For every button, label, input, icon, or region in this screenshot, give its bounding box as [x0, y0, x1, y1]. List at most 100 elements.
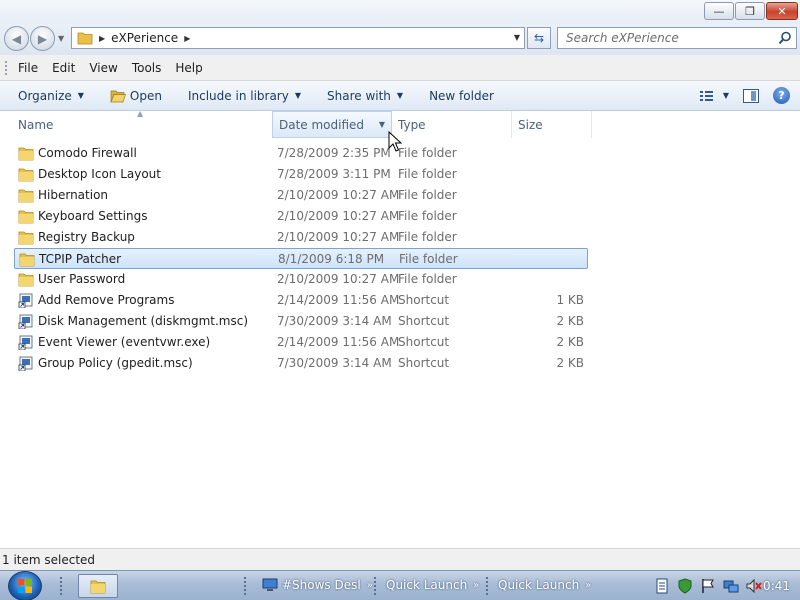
shield-icon[interactable] — [677, 578, 693, 594]
toolbar-shows-desktop[interactable]: #Shows Desl » — [262, 578, 373, 592]
search-box[interactable] — [557, 27, 797, 49]
file-type: File folder — [398, 272, 457, 286]
table-row[interactable]: Keyboard Settings 2/10/2009 10:27 AM Fil… — [14, 206, 588, 227]
column-header-date-modified[interactable]: Date modified ▼ — [272, 111, 392, 138]
file-type: Shortcut — [398, 335, 450, 349]
menu-edit[interactable]: Edit — [52, 61, 75, 75]
file-size: 2 KB — [556, 314, 584, 328]
table-row[interactable]: Disk Management (diskmgmt.msc) 7/30/2009… — [14, 311, 588, 332]
document-icon[interactable] — [654, 578, 670, 594]
open-button[interactable]: Open — [110, 89, 162, 103]
toolbar-quick-launch[interactable]: Quick Launch » — [498, 578, 591, 592]
folder-icon — [18, 147, 34, 161]
menu-help[interactable]: Help — [175, 61, 202, 75]
search-icon[interactable] — [778, 31, 792, 45]
file-name: Registry Backup — [38, 230, 135, 244]
file-date: 2/10/2009 10:27 AM — [277, 272, 400, 286]
file-date: 8/1/2009 6:18 PM — [278, 252, 385, 266]
window-controls: — ❐ ✕ — [704, 2, 798, 20]
toolbar-label: #Shows Desl — [282, 578, 361, 592]
toolbar-quick-launch[interactable]: Quick Launch » — [386, 578, 479, 592]
table-row[interactable]: Group Policy (gpedit.msc) 7/30/2009 3:14… — [14, 353, 588, 374]
file-size: 1 KB — [556, 293, 584, 307]
file-date: 2/14/2009 11:56 AM — [277, 335, 400, 349]
file-size: 2 KB — [556, 335, 584, 349]
change-view-button[interactable]: ▼ — [699, 89, 729, 103]
file-name: Comodo Firewall — [38, 146, 137, 160]
table-row[interactable]: Comodo Firewall 7/28/2009 2:35 PM File f… — [14, 143, 588, 164]
help-icon[interactable]: ? — [773, 87, 790, 104]
address-dropdown-icon[interactable]: ▼ — [514, 33, 520, 42]
file-name: Event Viewer (eventvwr.exe) — [38, 335, 211, 349]
column-header-name[interactable]: Name — [12, 111, 272, 138]
preview-pane-icon[interactable] — [743, 88, 759, 103]
taskbar-grip — [486, 577, 490, 595]
table-row-selected[interactable]: TCPIP Patcher 8/1/2009 6:18 PM File fold… — [14, 248, 588, 269]
table-row[interactable]: Desktop Icon Layout 7/28/2009 3:11 PM Fi… — [14, 164, 588, 185]
chevron-right-icon: » — [473, 579, 480, 591]
file-name: Add Remove Programs — [38, 293, 175, 307]
clock[interactable]: 0:41 — [763, 579, 790, 593]
table-row[interactable]: Registry Backup 2/10/2009 10:27 AM File … — [14, 227, 588, 248]
file-date: 7/28/2009 2:35 PM — [277, 146, 391, 160]
chevron-down-icon: ▼ — [77, 91, 84, 100]
flag-icon[interactable] — [700, 578, 716, 594]
table-row[interactable]: Add Remove Programs 2/14/2009 11:56 AM S… — [14, 290, 588, 311]
taskbar-grip — [60, 577, 64, 595]
address-bar[interactable]: ▶ eXPerience ▶ ▼ — [71, 27, 525, 49]
chevron-right-icon[interactable]: ▶ — [184, 34, 190, 43]
forward-button[interactable]: ▶ — [30, 26, 55, 51]
toolbar-label: Quick Launch — [386, 578, 468, 592]
filter-dropdown-icon[interactable]: ▼ — [379, 120, 385, 129]
chevron-right-icon: » — [366, 579, 373, 591]
share-with-button[interactable]: Share with ▼ — [327, 89, 403, 103]
file-name: Keyboard Settings — [38, 209, 148, 223]
chevron-down-icon: ▼ — [396, 91, 404, 100]
start-button[interactable] — [8, 571, 42, 600]
network-icon[interactable] — [723, 578, 739, 594]
menu-bar: File Edit View Tools Help — [0, 55, 800, 81]
chevron-down-icon: ▼ — [722, 91, 729, 100]
folder-icon — [18, 231, 34, 245]
refresh-icon: ⇆ — [533, 31, 545, 45]
search-input[interactable] — [566, 31, 766, 45]
folder-icon — [90, 580, 106, 593]
column-type-label: Type — [398, 117, 426, 132]
back-button[interactable]: ◀ — [4, 26, 29, 51]
table-row[interactable]: User Password 2/10/2009 10:27 AM File fo… — [14, 269, 588, 290]
file-size: 2 KB — [556, 356, 584, 370]
include-in-library-button[interactable]: Include in library ▼ — [188, 89, 301, 103]
share-with-label: Share with — [327, 88, 391, 103]
breadcrumb-experience[interactable]: eXPerience — [111, 31, 178, 45]
table-row[interactable]: Hibernation 2/10/2009 10:27 AM File fold… — [14, 185, 588, 206]
maximize-button[interactable]: ❐ — [735, 2, 765, 20]
organize-button[interactable]: Organize ▼ — [18, 89, 84, 103]
toolbar-label: Quick Launch — [498, 578, 580, 592]
column-header-size[interactable]: Size — [512, 111, 592, 138]
menu-tools[interactable]: Tools — [132, 61, 162, 75]
chevron-right-icon[interactable]: ▶ — [99, 34, 105, 43]
folder-icon — [18, 273, 34, 287]
table-row[interactable]: Event Viewer (eventvwr.exe) 2/14/2009 11… — [14, 332, 588, 353]
minimize-button[interactable]: — — [704, 2, 734, 20]
file-name: User Password — [38, 272, 126, 286]
column-name-label: Name — [18, 117, 54, 132]
file-type: File folder — [398, 230, 457, 244]
taskbar: #Shows Desl » Quick Launch » Quick Launch »… — [0, 570, 800, 600]
file-date: 2/14/2009 11:56 AM — [277, 293, 400, 307]
refresh-button[interactable]: ⇆ — [527, 27, 551, 49]
taskbar-explorer-button[interactable] — [78, 574, 118, 598]
recent-pages-dropdown[interactable]: ▼ — [58, 34, 64, 43]
shortcut-icon — [18, 314, 33, 329]
menu-file[interactable]: File — [18, 61, 38, 75]
column-header-type[interactable]: Type — [392, 111, 512, 138]
file-name: Hibernation — [38, 188, 109, 202]
include-in-library-label: Include in library — [187, 88, 289, 103]
volume-muted-icon[interactable] — [746, 578, 762, 594]
chevron-right-icon: » — [585, 579, 592, 591]
title-bar: — ❐ ✕ — [0, 0, 800, 24]
menu-view[interactable]: View — [89, 61, 117, 75]
new-folder-button[interactable]: New folder — [429, 89, 494, 103]
file-date: 7/30/2009 3:14 AM — [277, 356, 392, 370]
close-button[interactable]: ✕ — [766, 2, 798, 20]
